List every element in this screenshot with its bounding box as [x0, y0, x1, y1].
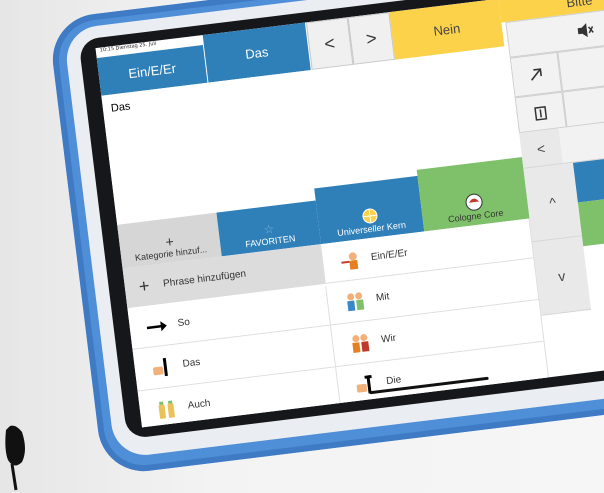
plus-icon: +: [137, 274, 151, 297]
word-die-label: Die: [385, 374, 402, 388]
message-text: Das: [110, 100, 132, 115]
bitte-label: Bitte: [565, 0, 594, 10]
word-ein-label: Ein/E/Er: [370, 247, 409, 264]
app-screen: 10:15 Dienstag 25. Juli Ein/E/Er Das < >…: [95, 0, 604, 428]
delete-word-button[interactable]: [514, 91, 567, 134]
back-arrow-button[interactable]: <: [518, 128, 564, 169]
phrase-auch-label: Auch: [187, 397, 212, 412]
arrow-right-icon: [145, 314, 170, 339]
phrase-so-label: So: [176, 316, 191, 330]
face-icon: [465, 193, 483, 211]
chevron-down-icon: v: [557, 267, 567, 284]
chevron-left-icon: <: [323, 32, 337, 54]
speaker-icon: [577, 23, 594, 38]
two-people-icon: [343, 289, 368, 314]
tablet-device: 10:15 Dienstag 25. Juli Ein/E/Er Das < >…: [44, 0, 604, 477]
phrase-das-label: Das: [181, 356, 201, 370]
word-mit-label: Mit: [375, 291, 390, 304]
group-icon: [348, 330, 373, 355]
sentence-word-ein-label: Ein/E/Er: [127, 60, 177, 81]
add-phrase-label: Phrase hinzufügen: [162, 268, 247, 290]
word-wir-label: Wir: [380, 332, 397, 346]
scroll-up-button[interactable]: ^: [523, 162, 583, 243]
plus-icon: +: [164, 233, 175, 251]
nein-label: Nein: [432, 20, 461, 39]
forward-button[interactable]: >: [347, 12, 396, 65]
tab-favorites-label: FAVORITEN: [244, 233, 296, 250]
expand-arrow-icon: [531, 68, 542, 81]
chevron-up-icon: ^: [548, 193, 557, 211]
pointing-hand-icon: [150, 355, 175, 380]
star-icon: ☆: [262, 221, 276, 237]
two-bottles-icon: [155, 396, 180, 421]
strap-clip-icon: [5, 425, 25, 491]
chevron-right-icon: >: [364, 27, 378, 49]
sentence-word-das-label: Das: [244, 43, 270, 62]
back-button[interactable]: <: [305, 17, 354, 70]
delete-word-icon: [534, 105, 548, 121]
chevron-left-icon: <: [535, 139, 547, 157]
scroll-down-button[interactable]: v: [532, 236, 592, 316]
expand-button[interactable]: [509, 51, 563, 98]
person-pointing-icon: [338, 248, 363, 273]
